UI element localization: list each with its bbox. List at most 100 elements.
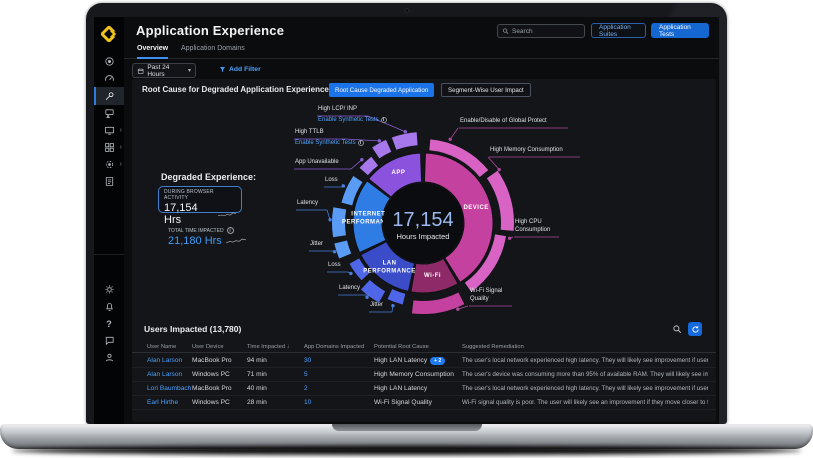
time-range-dropdown[interactable]: Past 24 Hours ▾ xyxy=(132,63,196,78)
app-domains-link[interactable]: 5 xyxy=(304,371,374,378)
laptop-screen: ››› ? Application Experience Application… xyxy=(86,3,727,424)
app-window: ››› ? Application Experience Application… xyxy=(94,17,719,424)
callout-label: High TTLBEnable Synthetic Testsi xyxy=(295,129,364,147)
automation-icon xyxy=(104,159,115,170)
report-icon xyxy=(104,176,115,187)
chat-icon xyxy=(104,335,115,346)
callout-label: App Unavailable xyxy=(295,159,339,167)
root-cause-panel: Root Cause for Degraded Application Expe… xyxy=(132,79,716,422)
time-impacted: 40 min xyxy=(247,385,304,392)
main-area: Application Experience Application Suite… xyxy=(124,17,719,424)
callout-label: Enable/Disable of Global Protect xyxy=(460,118,547,126)
degraded-experience-heading: Degraded Experience: xyxy=(161,172,256,182)
chevron-right-icon: › xyxy=(120,160,122,167)
total-time-value: 21,180 Hrs xyxy=(168,235,222,247)
app-domains-link[interactable]: 2 xyxy=(304,385,374,392)
subsegment-latency[interactable] xyxy=(361,280,385,303)
callout-label: Loss xyxy=(325,177,338,185)
toggle-segment-wise[interactable]: Segment-Wise User Impact xyxy=(441,83,531,97)
callout-label: Jitter xyxy=(370,302,383,310)
info-icon: i xyxy=(381,117,387,123)
add-filter-button[interactable]: Add Filter xyxy=(219,66,261,73)
sidebar-item-automation[interactable]: › xyxy=(94,156,124,173)
app-domains-link[interactable]: 30 xyxy=(304,357,374,364)
column-header-app-domains-impacted[interactable]: App Domains Impacted xyxy=(304,344,374,350)
table-search-icon[interactable] xyxy=(672,324,682,334)
callout-label: Jitter xyxy=(310,241,323,249)
chevron-down-icon: ▾ xyxy=(188,67,191,74)
sidebar-item-settings-gear[interactable] xyxy=(94,281,124,298)
sidebar-item-display[interactable]: › xyxy=(94,122,124,139)
sidebar-item-account[interactable] xyxy=(94,349,124,366)
column-header-user-name[interactable]: User Name xyxy=(147,344,192,350)
sidebar-item-gauge[interactable] xyxy=(94,70,124,87)
toggle-root-cause-degraded[interactable]: Root Cause Degraded Application xyxy=(329,83,434,97)
subsegment-jitter[interactable] xyxy=(388,289,406,304)
search-input[interactable] xyxy=(497,24,585,38)
user-device: Windows PC xyxy=(192,371,247,378)
help-icon: ? xyxy=(106,319,112,329)
user-monitor-icon xyxy=(104,108,115,119)
gauge-icon xyxy=(104,73,115,84)
root-cause-count-badge[interactable]: + 2 xyxy=(430,357,445,365)
user-name-link[interactable]: Lori Baumbach xyxy=(147,385,192,392)
suggested-remediation: Wi-Fi signal quality is poor. The user w… xyxy=(462,399,708,406)
column-header-suggested-remediation[interactable]: Suggested Remediation xyxy=(462,344,708,350)
user-name-link[interactable]: Earl Hirthe xyxy=(147,399,192,406)
subsegment-high-lcp-inp[interactable] xyxy=(392,132,418,149)
sidebar-item-bell[interactable] xyxy=(94,298,124,315)
suggested-remediation: The user's device was consuming more tha… xyxy=(462,371,708,378)
sidebar-item-troubleshoot[interactable] xyxy=(94,87,124,105)
troubleshoot-icon xyxy=(104,91,115,102)
enable-synthetic-tests-link[interactable]: Enable Synthetic Testsi xyxy=(318,117,387,125)
sidebar-item-help[interactable]: ? xyxy=(94,315,124,332)
sidebar-divider xyxy=(94,254,124,255)
callout-label: Latency xyxy=(297,200,318,208)
table-row: Lori BaumbachMacBook Pro40 min2High LAN … xyxy=(132,382,716,396)
info-icon[interactable]: i xyxy=(227,227,234,234)
subsegment-high-ttlb[interactable] xyxy=(372,140,391,158)
subsegment-wi-fi-signal-quality[interactable] xyxy=(412,292,464,314)
user-name-link[interactable]: Alan Larson xyxy=(147,371,192,378)
table-row: Alan LarsonMacBook Pro94 min30High LAN L… xyxy=(132,354,716,368)
sidebar-item-chat[interactable] xyxy=(94,332,124,349)
funnel-icon xyxy=(219,66,226,73)
sidebar-nav-bottom: ? xyxy=(94,281,124,366)
webcam-dot xyxy=(404,8,409,13)
brand-logo-icon xyxy=(101,26,117,42)
subsegment-jitter[interactable] xyxy=(334,241,351,259)
table-row: Alan LarsonWindows PC71 min5High Memory … xyxy=(132,368,716,382)
potential-root-cause: Wi-Fi Signal Quality xyxy=(374,399,462,406)
tab-overview[interactable]: Overview xyxy=(137,45,168,59)
laptop-shadow xyxy=(12,446,801,455)
callout-label: Wi-Fi SignalQuality xyxy=(470,288,502,303)
sidebar-item-apps-grid[interactable]: › xyxy=(94,139,124,156)
potential-root-cause: High Memory Consumption xyxy=(374,371,462,378)
tab-bar: Overview Application Domains xyxy=(124,41,719,59)
app-domains-link[interactable]: 10 xyxy=(304,399,374,406)
sparkline-icon xyxy=(218,210,236,218)
suggested-remediation: The user's local network experienced hig… xyxy=(462,385,708,392)
sidebar-item-report[interactable] xyxy=(94,173,124,190)
center-label: Hours Impacted xyxy=(397,232,450,241)
subsegment-latency[interactable] xyxy=(332,207,346,237)
sparkline-icon xyxy=(226,237,246,245)
users-impacted-section: Users Impacted (13,780) User NameUser De… xyxy=(132,319,716,422)
application-suites-button[interactable]: Application Suites xyxy=(591,23,646,38)
callout-label: Loss xyxy=(328,262,341,270)
column-header-potential-root-cause[interactable]: Potential Root Cause xyxy=(374,344,462,350)
enable-synthetic-tests-link[interactable]: Enable Synthetic Testsi xyxy=(295,140,364,148)
column-header-user-device[interactable]: User Device xyxy=(192,344,247,350)
tab-application-domains[interactable]: Application Domains xyxy=(181,45,245,57)
callout-label: High Memory Consumption xyxy=(490,147,563,155)
application-tests-button[interactable]: Application Tests xyxy=(651,23,709,38)
panel-title: Root Cause for Degraded Application Expe… xyxy=(142,85,340,94)
browser-activity-value: 17,154 Hrs xyxy=(164,202,214,226)
column-header-time-impacted[interactable]: Time Impacted ↓ xyxy=(247,344,304,350)
user-name-link[interactable]: Alan Larson xyxy=(147,357,192,364)
refresh-chip-button[interactable] xyxy=(688,322,702,336)
browser-activity-label: DURING BROWSER ACTIVITY xyxy=(164,189,236,201)
sidebar-item-target[interactable] xyxy=(94,53,124,70)
total-time-label: TOTAL TIME IMPACTEDi xyxy=(168,227,234,234)
sidebar-item-user-monitor[interactable] xyxy=(94,105,124,122)
